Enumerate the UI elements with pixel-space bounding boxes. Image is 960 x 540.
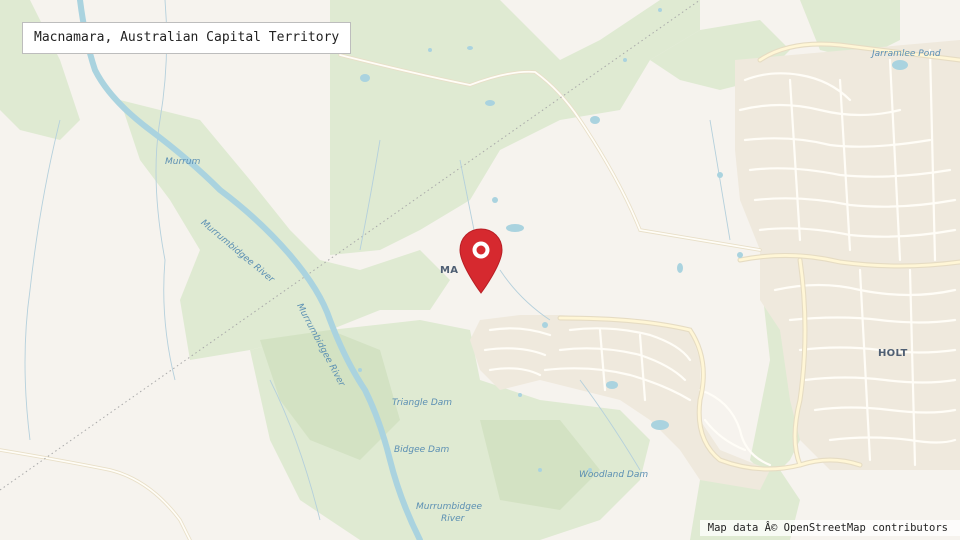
macnamara-place-label: MA [440,265,459,276]
map-pin-icon[interactable] [458,227,504,295]
map-attribution[interactable]: Map data Â© OpenStreetMap contributors [699,520,960,536]
triangle-dam-label: Triangle Dam [392,398,453,408]
woodland-dam-label: Woodland Dam [579,470,649,480]
murrumbidgee-river-label-lower-2: River [441,514,465,524]
jarramlee-pond-label: Jarramlee Pond [872,49,941,59]
holt-place-label: HOLT [878,348,908,359]
map-view[interactable]: Jarramlee Pond Murrum Murrumbidgee River… [0,0,960,540]
bidgee-dam-label: Bidgee Dam [394,445,450,455]
location-title: Macnamara, Australian Capital Territory [22,22,352,54]
murrumbidgee-river-label-lower: Murrumbidgee [416,502,483,512]
murrum-label: Murrum [165,157,201,167]
